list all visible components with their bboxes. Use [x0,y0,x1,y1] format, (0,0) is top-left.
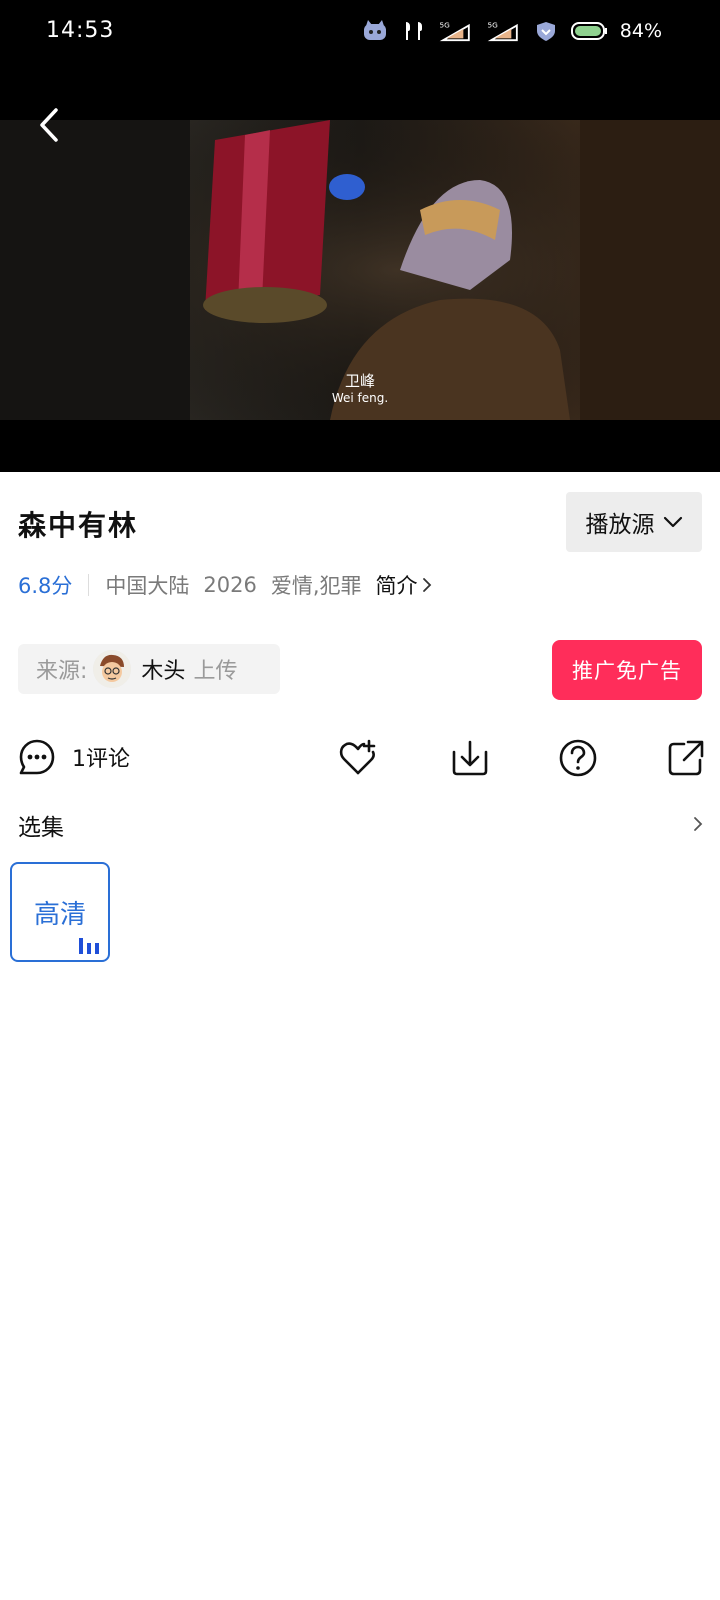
vpn-shield-icon [536,22,555,41]
promote-ad-free-button[interactable]: 推广免广告 [552,640,702,700]
genres: 爱情,犯罪 [270,574,362,598]
play-source-button[interactable]: 播放源 [566,492,702,552]
video-letterbox-top [0,70,720,120]
back-arrow-icon[interactable] [30,100,70,150]
intro-link[interactable]: 简介 [376,570,432,600]
episode-item-hd[interactable]: 高清 [10,862,110,962]
action-bar: 1评论 [0,734,720,782]
uploader-name: 木头 [141,659,186,684]
chevron-right-icon[interactable] [690,812,706,836]
comment-bubble-icon [19,739,55,775]
uploader-action: 上传 [193,659,238,684]
comment-count: 1评论 [72,747,130,772]
comment-button[interactable]: 1评论 [18,738,130,776]
chevron-right-icon [422,578,431,592]
earbuds-icon [405,22,422,40]
video-letterbox-bottom [0,420,720,472]
app-cat-icon [363,20,386,40]
episodes-title: 选集 [18,815,64,841]
help-question-icon[interactable] [558,738,598,778]
year: 2026 [203,573,257,597]
video-player[interactable]: 卫峰 Wei feng. [0,120,720,420]
intro-label: 简介 [375,574,418,598]
play-source-label: 播放源 [585,512,655,538]
episode-label: 高清 [33,899,86,930]
status-bar: 14:53 5G 5G 84% [0,0,720,70]
battery-percentage: 84% [619,20,662,42]
source-label: 来源: [36,659,88,684]
signal-5g-icon: 5G [439,20,470,42]
meta-divider [88,574,90,596]
playing-bars-icon [79,938,99,954]
video-meta: 6.8分 中国大陆 2026 爱情,犯罪 简介 [18,570,432,600]
svg-text:5G: 5G [439,20,450,29]
signal-5g-icon: 5G [487,20,518,42]
battery-icon [570,22,607,40]
video-subtitle: 卫峰 Wei feng. [0,372,720,406]
chevron-down-icon [663,516,682,528]
video-title: 森中有林 [18,509,139,542]
subtitle-english: Wei feng. [331,391,389,405]
status-icons: 5G 5G 84% [362,20,662,42]
uploader-info[interactable]: 来源: 木头 上传 [18,644,280,694]
svg-text:5G: 5G [487,20,498,29]
uploader-avatar [93,650,132,688]
region: 中国大陆 [105,574,190,598]
status-time: 14:53 [46,18,115,43]
subtitle-chinese: 卫峰 [344,372,375,390]
favorite-add-icon[interactable] [338,738,378,778]
rating-score: 6.8分 [18,574,73,598]
download-icon[interactable] [450,738,490,778]
share-external-icon[interactable] [666,738,706,778]
